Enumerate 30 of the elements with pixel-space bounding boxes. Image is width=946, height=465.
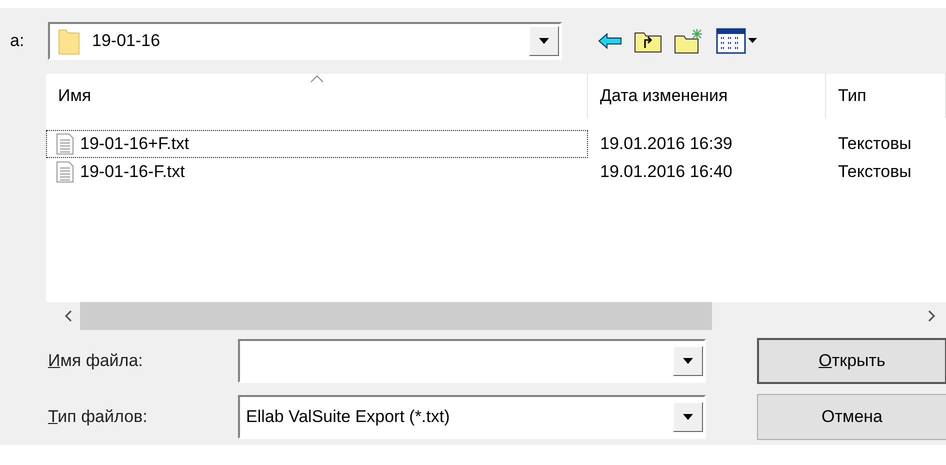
text-file-icon[interactable] [56, 161, 74, 183]
back-arrow-icon[interactable] [598, 32, 622, 50]
new-folder-icon[interactable] [674, 28, 704, 54]
file-type-combo[interactable]: Ellab ValSuite Export (*.txt) [238, 395, 706, 439]
scroll-left-icon[interactable] [64, 310, 72, 322]
table-cell-text: 19.01.2016 16:40 [599, 161, 734, 183]
column-header[interactable]: Дата изменения [588, 74, 826, 118]
file-name-cell[interactable]: 19-01-16-F.txt [46, 158, 588, 186]
cancel-button[interactable]: Отмена [757, 394, 946, 440]
view-menu-icon[interactable] [716, 28, 758, 54]
file-name-cell[interactable]: 19-01-16+F.txt [46, 130, 588, 158]
column-header[interactable]: Тип [826, 74, 946, 118]
scroll-right-icon[interactable] [928, 310, 936, 322]
dropdown-arrow-icon[interactable] [683, 414, 693, 420]
horizontal-scrollbar[interactable] [46, 302, 946, 330]
field-label: Тип файлов: [48, 407, 148, 427]
table-cell-text: Текстовы [837, 133, 912, 155]
field-label: Имя файла: [48, 351, 144, 371]
column-header[interactable]: Имя [46, 74, 588, 118]
location-combo[interactable]: 19-01-16 [48, 22, 562, 60]
dropdown-arrow-icon[interactable] [683, 358, 693, 364]
scroll-thumb[interactable] [80, 302, 712, 330]
dropdown-arrow-icon[interactable] [539, 38, 549, 44]
location-label: а: [9, 31, 26, 51]
table-cell-text: Текстовы [837, 161, 912, 183]
file-list[interactable]: Имя Дата изменения Тип 19-01-16+F.txt 19.01.2016 16:39 Текстовы 19-01-16-F.txt 19.01.2016 16:40 Текстовы [46, 74, 946, 330]
table-cell-text: 19.01.2016 16:39 [599, 133, 734, 155]
file-name-field[interactable] [238, 339, 706, 383]
text-file-icon[interactable] [56, 133, 74, 155]
open-button[interactable]: Открыть [757, 338, 946, 384]
